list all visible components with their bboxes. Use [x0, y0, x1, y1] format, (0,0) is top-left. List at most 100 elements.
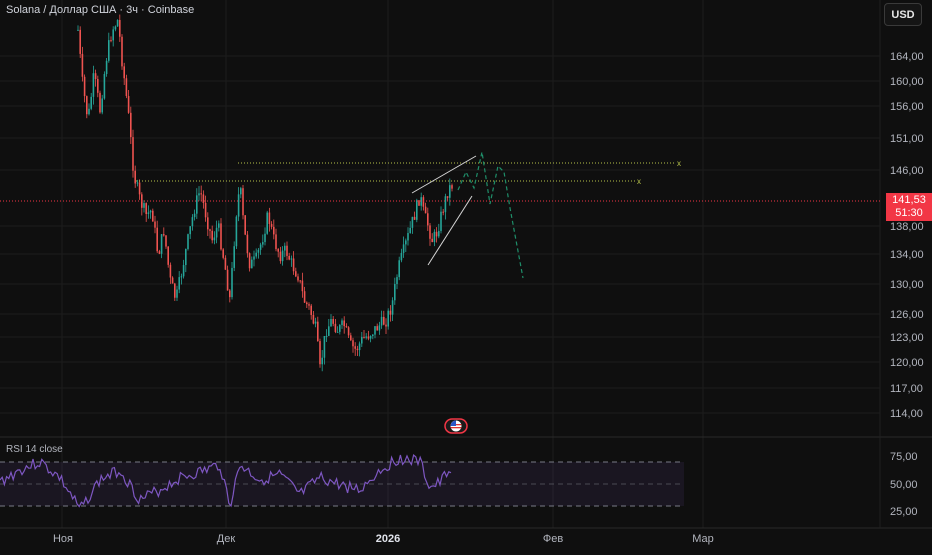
candle-body [345, 326, 348, 328]
chart-area[interactable]: x x 164,00160,00156,00151,00146,00142,00… [0, 0, 932, 550]
candle-body [92, 73, 95, 97]
us-flag-icon[interactable] [444, 418, 468, 434]
candle-body [413, 216, 416, 220]
candle-body [119, 19, 121, 37]
candle-body [185, 249, 187, 266]
wedge-upper-line[interactable] [411, 155, 477, 194]
candle-body [266, 212, 268, 234]
candle-body [83, 76, 86, 97]
candle-body [398, 260, 400, 278]
candle-body [207, 217, 209, 230]
candle-body [301, 280, 304, 292]
candle-body [86, 96, 88, 115]
candle-body [112, 29, 114, 41]
rsi-axis[interactable]: 75,00 50,00 25,00 [890, 451, 918, 518]
candle-body [149, 210, 152, 213]
candle-body [367, 336, 370, 339]
candle-body [257, 249, 260, 253]
candle-body [189, 226, 191, 235]
price-axis-label: 117,00 [890, 383, 923, 395]
candle-body [105, 60, 108, 74]
candle-body [273, 226, 275, 235]
projection-path[interactable] [457, 151, 524, 279]
candlestick-series[interactable] [77, 14, 453, 372]
candle-body [152, 210, 154, 222]
candle-body [433, 231, 436, 243]
candle-body [251, 259, 253, 269]
candle-body [358, 343, 361, 351]
candle-body [196, 195, 198, 214]
candle-body [204, 202, 207, 218]
candle-body [108, 40, 110, 61]
candle-body [435, 231, 438, 237]
candle-body [303, 291, 306, 303]
candle-body [402, 244, 405, 253]
candle-body [79, 29, 81, 54]
price-axis-label: 114,00 [890, 408, 923, 420]
candle-body [416, 200, 418, 220]
candle-body [325, 335, 328, 337]
currency-button[interactable]: USD [884, 3, 922, 26]
candle-body [229, 290, 231, 298]
candle-body [94, 73, 97, 80]
candle-body [442, 211, 444, 213]
candle-body [127, 95, 130, 113]
candle-body [264, 233, 266, 243]
candle-body [163, 234, 165, 236]
candle-body [323, 336, 326, 358]
candle-body [154, 221, 156, 228]
candle-body [424, 206, 427, 214]
rsi-axis-label: 50,00 [890, 479, 918, 491]
candle-body [369, 336, 372, 339]
candle-body [444, 196, 447, 213]
price-axis-label: 146,00 [890, 165, 924, 177]
candle-body [374, 326, 376, 335]
price-axis-label: 138,00 [890, 221, 924, 233]
price-axis-label: 123,00 [890, 332, 924, 344]
candle-body [169, 264, 172, 278]
candle-body [121, 36, 123, 67]
candle-body [132, 137, 134, 171]
candle-body [365, 336, 367, 338]
candle-body [275, 234, 277, 250]
candle-body [240, 188, 242, 195]
candle-body [378, 325, 381, 331]
current-price-tag: 141,53 51:30 [886, 193, 932, 221]
candle-body [438, 231, 440, 237]
candle-body [321, 357, 323, 365]
price-axis[interactable]: 164,00160,00156,00151,00146,00142,00138,… [890, 51, 924, 420]
price-chart[interactable]: x x 164,00160,00156,00151,00146,00142,00… [0, 0, 932, 550]
symbol-title[interactable]: Solana / Доллар США · 3ч · Coinbase [6, 4, 194, 16]
current-price: 141,53 [892, 194, 926, 206]
candle-body [422, 197, 425, 207]
candle-body [160, 234, 163, 254]
candle-body [97, 79, 99, 93]
candle-body [226, 269, 229, 291]
candle-body [193, 213, 196, 218]
candle-body [308, 304, 310, 306]
candle-body [389, 310, 392, 315]
candle-body [391, 300, 394, 315]
time-label-dec: Дек [216, 533, 236, 545]
candle-body [224, 257, 227, 270]
candle-body [220, 223, 222, 250]
candle-body [202, 194, 205, 203]
candle-body [88, 108, 90, 115]
candle-body [297, 276, 299, 281]
candle-body [213, 237, 216, 241]
candle-body [174, 283, 176, 298]
price-axis-label: 134,00 [890, 249, 924, 261]
candle-body [361, 336, 363, 344]
candle-body [277, 249, 279, 252]
candle-body [191, 217, 194, 227]
candle-body [242, 188, 244, 216]
candle-body [215, 227, 218, 238]
price-axis-label: 156,00 [890, 101, 924, 113]
candle-body [376, 326, 378, 331]
rsi-legend[interactable]: RSI 14 close [6, 444, 63, 455]
price-axis-label: 130,00 [890, 279, 924, 291]
candle-body [310, 305, 312, 315]
candle-body [295, 271, 297, 277]
candle-body [288, 255, 290, 260]
candle-body [158, 251, 161, 254]
